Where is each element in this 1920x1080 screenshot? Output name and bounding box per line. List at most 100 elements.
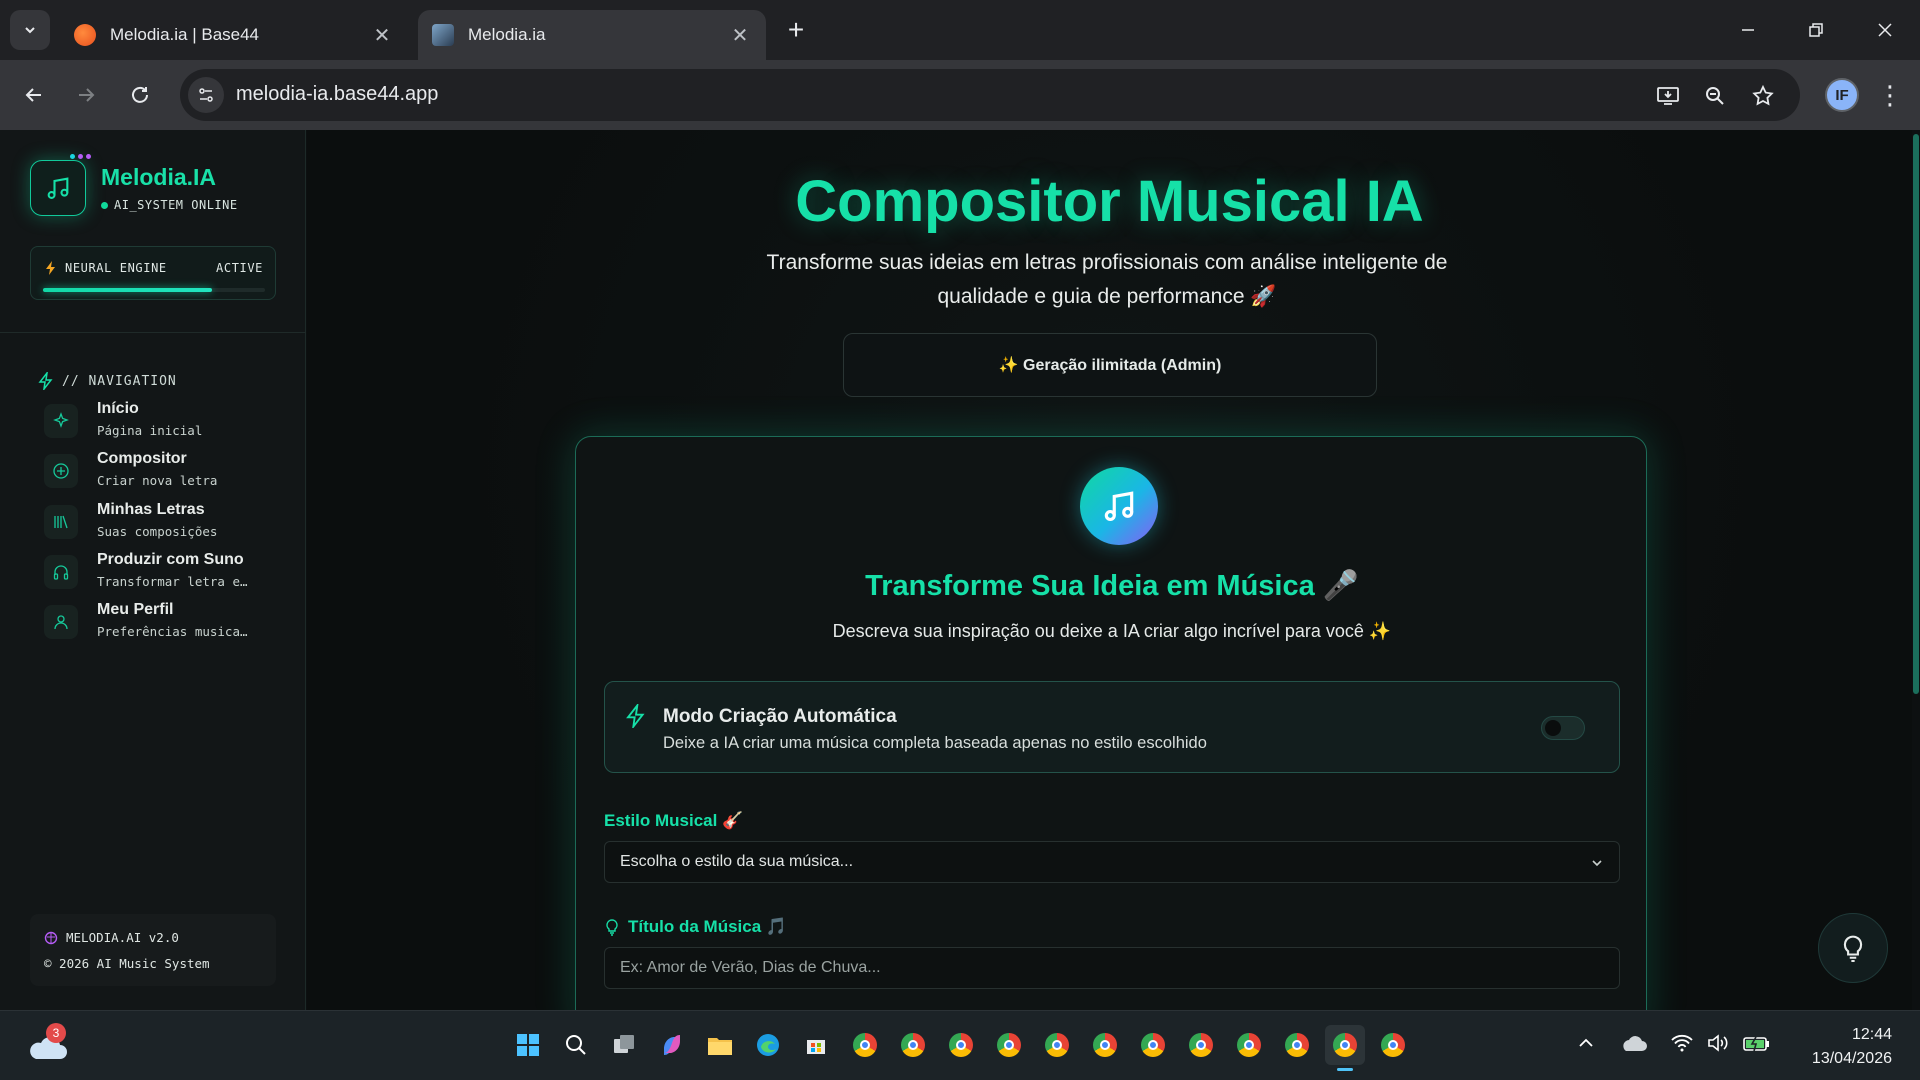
new-tab-button[interactable]: + — [780, 14, 812, 46]
install-app-icon[interactable] — [1655, 83, 1681, 109]
browser-tab-melodia[interactable]: Melodia.ia ✕ — [418, 10, 766, 60]
sidebar-item-inicio[interactable]: Início Página inicial — [40, 398, 290, 446]
back-button[interactable] — [14, 75, 54, 115]
base44-favicon-icon — [74, 24, 96, 46]
volume-tray[interactable] — [1706, 1033, 1730, 1053]
brand-logo[interactable] — [30, 160, 86, 216]
chrome-icon — [997, 1033, 1021, 1057]
sidebar-item-label: Minhas Letras — [97, 501, 205, 518]
auto-mode-panel: Modo Criação Automática Deixe a IA criar… — [604, 681, 1620, 773]
chrome-window-7[interactable] — [1133, 1025, 1173, 1065]
copilot-icon — [664, 1035, 680, 1055]
close-tab-icon[interactable]: ✕ — [370, 23, 394, 47]
nav-heading: // NAVIGATION — [38, 372, 177, 390]
page-title: Compositor Musical IA — [795, 169, 1424, 234]
weather-widget[interactable]: 3 — [26, 1023, 68, 1066]
style-select[interactable]: Escolha o estilo da sua música... — [604, 841, 1620, 883]
bolt-icon — [46, 261, 55, 275]
chevron-down-icon — [25, 27, 35, 34]
onedrive-cloud-icon — [1623, 1036, 1647, 1051]
plus-circle-icon — [44, 454, 78, 488]
engine-progress-fill — [43, 288, 212, 292]
taskbar-clock[interactable]: 12:44 13/04/2026 — [1796, 1023, 1892, 1071]
auto-mode-title: Modo Criação Automática — [663, 706, 897, 727]
browser-menu-icon[interactable]: ⋮ — [1875, 78, 1905, 112]
sidebar-item-compositor[interactable]: Compositor Criar nova letra — [40, 448, 290, 496]
sidebar-item-label: Produzir com Suno — [97, 551, 244, 568]
chrome-window-3[interactable] — [941, 1025, 981, 1065]
chrome-window-10[interactable] — [1277, 1025, 1317, 1065]
brand-name: Melodia.IA — [101, 164, 217, 190]
song-title-field[interactable] — [604, 947, 1620, 989]
chrome-window-9[interactable] — [1229, 1025, 1269, 1065]
auto-mode-toggle[interactable] — [1541, 716, 1585, 740]
minimize-icon — [1742, 29, 1754, 31]
unlimited-generation-badge: ✨ Geração ilimitada (Admin) — [843, 333, 1377, 397]
copilot-button[interactable] — [652, 1025, 692, 1065]
minimize-button[interactable] — [1723, 10, 1773, 50]
wifi-icon — [1671, 1034, 1693, 1052]
wifi-tray[interactable] — [1670, 1033, 1694, 1053]
sidebar-item-meu-perfil[interactable]: Meu Perfil Preferências musica… — [40, 599, 290, 647]
chrome-window-6[interactable] — [1085, 1025, 1125, 1065]
reload-icon — [132, 86, 148, 103]
sidebar-item-sub: Criar nova letra — [97, 473, 218, 488]
edge-button[interactable] — [748, 1025, 788, 1065]
taskbar-search-button[interactable] — [556, 1025, 596, 1065]
style-select-value: Escolha o estilo da sua música... — [620, 853, 854, 870]
address-bar[interactable]: melodia-ia.base44.app — [180, 69, 1800, 121]
task-view-button[interactable] — [604, 1025, 644, 1065]
tips-fab-button[interactable] — [1818, 913, 1888, 983]
song-title-input[interactable] — [605, 948, 1619, 988]
lightbulb-icon — [1843, 935, 1863, 963]
scrollbar-thumb[interactable] — [1913, 134, 1919, 694]
store-icon — [807, 1040, 825, 1054]
browser-tab-base44[interactable]: Melodia.ia | Base44 ✕ — [60, 10, 408, 60]
show-hidden-icons-button[interactable] — [1576, 1033, 1596, 1053]
reload-button[interactable] — [120, 75, 160, 115]
ms-store-button[interactable] — [796, 1025, 836, 1065]
sidebar-item-produzir-suno[interactable]: Produzir com Suno Transformar letra e… — [40, 549, 290, 597]
close-tab-icon[interactable]: ✕ — [728, 23, 752, 47]
sidebar-item-sub: Página inicial — [97, 423, 203, 438]
start-button[interactable] — [508, 1025, 548, 1065]
chrome-window-2[interactable] — [893, 1025, 933, 1065]
url-text: melodia-ia.base44.app — [236, 83, 439, 105]
site-info-icon[interactable] — [188, 77, 224, 113]
profile-avatar[interactable]: IF — [1825, 78, 1859, 112]
close-window-button[interactable] — [1860, 10, 1910, 50]
forward-button[interactable] — [66, 75, 106, 115]
chrome-icon — [1093, 1033, 1117, 1057]
restore-icon — [1809, 23, 1823, 37]
chrome-window-1[interactable] — [845, 1025, 885, 1065]
title-field-label-text: Título da Música 🎵 — [628, 917, 788, 936]
chrome-window-active[interactable] — [1325, 1025, 1365, 1071]
sidebar-item-minhas-letras[interactable]: Minhas Letras Suas composições — [40, 499, 290, 547]
tab-search-button[interactable] — [10, 10, 50, 50]
headphones-icon — [44, 555, 78, 589]
battery-tray[interactable] — [1742, 1033, 1772, 1053]
neural-engine-panel: NEURAL ENGINE ACTIVE — [30, 246, 276, 300]
restore-button[interactable] — [1791, 10, 1841, 50]
onedrive-tray[interactable] — [1620, 1033, 1648, 1053]
page-subtitle: Transforme suas ideias em letras profiss… — [766, 251, 1448, 308]
card-title: Transforme Sua Ideia em Música 🎤 — [865, 570, 1359, 602]
active-indicator — [1337, 1068, 1353, 1071]
chrome-window-4[interactable] — [989, 1025, 1029, 1065]
chrome-window-12[interactable] — [1373, 1025, 1413, 1065]
windows-taskbar: 3 12:44 13/04/2026 — [0, 1010, 1920, 1080]
clock-date: 13/04/2026 — [1811, 1050, 1892, 1067]
page-scrollbar[interactable] — [1912, 130, 1920, 1010]
bookmark-star-icon[interactable] — [1750, 83, 1776, 109]
chrome-icon — [1333, 1033, 1357, 1057]
sidebar: Melodia.IA AI_SYSTEM ONLINE NEURAL ENGIN… — [0, 130, 306, 1010]
chrome-icon — [949, 1033, 973, 1057]
chrome-window-8[interactable] — [1181, 1025, 1221, 1065]
chevron-up-icon — [1579, 1038, 1593, 1047]
zoom-icon[interactable] — [1702, 83, 1728, 109]
style-field-label: Estilo Musical 🎸 — [604, 811, 744, 830]
library-icon — [44, 505, 78, 539]
sidebar-item-sub: Preferências musica… — [97, 624, 248, 639]
chrome-window-5[interactable] — [1037, 1025, 1077, 1065]
file-explorer-button[interactable] — [700, 1025, 740, 1065]
